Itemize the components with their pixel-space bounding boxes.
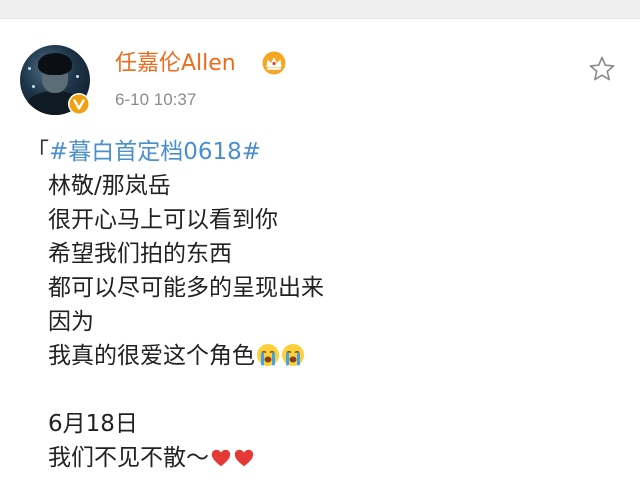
post-line: 6月18日 xyxy=(48,411,138,437)
crying-face-emoji xyxy=(256,343,280,377)
avatar-sparkle xyxy=(28,67,31,70)
post-line-with-emoji: 我们不见不散～ xyxy=(26,441,626,475)
crying-face-emoji xyxy=(281,343,305,377)
red-heart-emoji xyxy=(210,445,232,479)
post-body: 「#暮白首定档0618# 林敬/那岚岳 很开心马上可以看到你 希望我们拍的东西 … xyxy=(26,135,626,475)
top-divider xyxy=(0,0,640,19)
post-line: 都可以尽可能多的呈现出来 xyxy=(48,275,324,301)
post-line-text: 我们不见不散～ xyxy=(48,445,209,471)
post-line-hashtag: 「#暮白首定档0618# xyxy=(26,135,626,169)
verified-badge-icon xyxy=(68,93,90,115)
post-line: 很开心马上可以看到你 xyxy=(48,207,278,233)
open-bracket: 「 xyxy=(26,139,49,165)
post-line-with-emoji: 我真的很爱这个角色 xyxy=(26,339,626,373)
post-line: 林敬/那岚岳 xyxy=(48,173,171,199)
avatar-sparkle xyxy=(32,85,35,88)
username[interactable]: 任嘉伦Allen xyxy=(115,51,236,77)
red-heart-emoji xyxy=(233,445,255,479)
avatar-sparkle xyxy=(76,75,79,78)
post-timestamp: 6-10 10:37 xyxy=(115,90,197,109)
crown-vip-icon[interactable] xyxy=(261,51,287,75)
avatar-hair xyxy=(38,53,72,75)
hashtag-link[interactable]: #暮白首定档0618# xyxy=(49,139,261,165)
star-favorite-icon[interactable] xyxy=(588,55,616,83)
post-line: 因为 xyxy=(48,309,94,335)
weibo-post-card: 任嘉伦Allen 6-10 10:37 「#暮白首定档0618# 林敬/那岚岳 … xyxy=(0,19,640,488)
post-line: 希望我们拍的东西 xyxy=(48,241,232,267)
post-line-text: 我真的很爱这个角色 xyxy=(48,343,255,369)
